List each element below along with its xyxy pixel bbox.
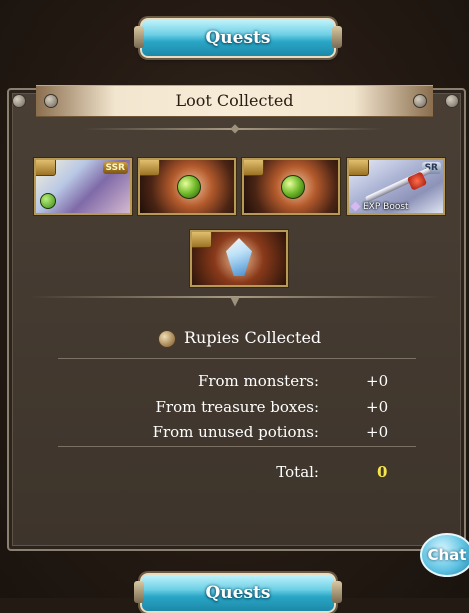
quests-button-top[interactable]: Quests (134, 18, 342, 58)
row-label-monsters: From monsters: (197, 372, 319, 390)
separator (58, 358, 416, 359)
quests-button-label: Quests (205, 28, 271, 48)
quests-button-bottom[interactable]: Quests (134, 573, 342, 613)
loot-item-orb[interactable] (242, 158, 340, 215)
button-cap-left (134, 581, 144, 603)
corner-rivet-icon (12, 94, 26, 108)
loot-item-orb[interactable] (138, 158, 236, 215)
treasure-chest-icon (349, 160, 369, 176)
crystal-icon (226, 238, 252, 276)
quests-button-label: Quests (205, 583, 271, 603)
button-cap-right (332, 581, 342, 603)
rarity-badge: SSR (102, 162, 128, 174)
rupies-title: Rupies Collected (184, 328, 322, 347)
exp-boost-label: EXP Boost (363, 202, 409, 212)
treasure-chest-icon (192, 232, 212, 248)
row-label-treasure: From treasure boxes: (155, 398, 319, 416)
row-label-potions: From unused potions: (152, 423, 319, 441)
treasure-chest-icon (244, 160, 264, 176)
ornament-icon: ▼ (230, 294, 240, 308)
button-cap-right (332, 26, 342, 48)
ornament-icon: ◆ (230, 121, 240, 135)
rivet-icon (413, 94, 427, 108)
corner-rivet-icon (445, 94, 459, 108)
separator (58, 446, 416, 447)
wind-orb-icon (177, 175, 201, 199)
total-label: Total: (276, 463, 319, 481)
chat-button[interactable]: Chat (420, 533, 469, 577)
loot-item-character[interactable]: SSR (34, 158, 132, 215)
panel-title: Loot Collected (36, 85, 433, 117)
loot-item-crystal[interactable] (190, 230, 288, 287)
treasure-chest-icon (36, 160, 56, 176)
wind-element-icon (40, 193, 56, 209)
row-value-monsters: +0 (366, 372, 389, 390)
diamond-icon (350, 201, 361, 212)
rivet-icon (44, 94, 58, 108)
treasure-chest-icon (140, 160, 160, 176)
button-cap-left (134, 26, 144, 48)
row-value-potions: +0 (366, 423, 389, 441)
total-value: 0 (377, 463, 388, 481)
rupie-coin-icon (158, 330, 176, 348)
loot-item-weapon[interactable]: SR EXP Boost (347, 158, 445, 215)
wind-orb-icon (281, 175, 305, 199)
row-value-treasure: +0 (366, 398, 389, 416)
